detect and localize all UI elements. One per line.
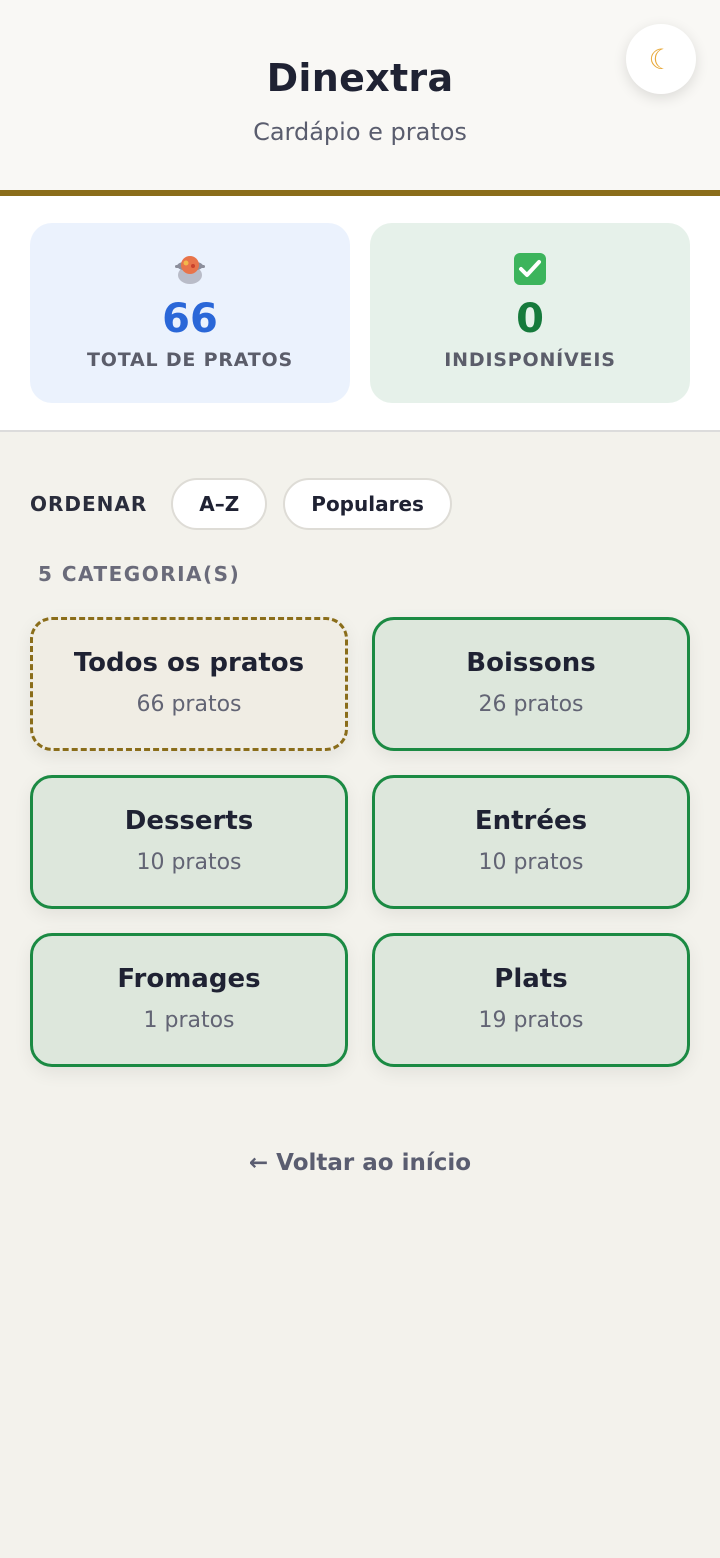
sort-popular-button[interactable]: Populares — [283, 478, 452, 530]
app-title: Dinextra — [266, 56, 454, 100]
category-grid: Todos os pratos 66 pratos Boissons 26 pr… — [30, 617, 690, 1067]
stat-card-unavailable: 0 INDISPONÍVEIS — [370, 223, 690, 403]
category-count-text: 10 pratos — [478, 850, 584, 875]
stat-card-total: 66 TOTAL DE PRATOS — [30, 223, 350, 403]
category-count-text: 1 pratos — [143, 1008, 235, 1033]
category-name: Boissons — [466, 648, 596, 678]
app-subtitle: Cardápio e pratos — [253, 118, 467, 146]
category-count-text: 19 pratos — [478, 1008, 584, 1033]
category-count-text: 26 pratos — [478, 692, 584, 717]
category-count-text: 10 pratos — [136, 850, 242, 875]
category-name: Fromages — [117, 964, 261, 994]
category-card-boissons[interactable]: Boissons 26 pratos — [372, 617, 690, 751]
stat-label-unavailable: INDISPONÍVEIS — [444, 349, 616, 371]
category-card-all[interactable]: Todos os pratos 66 pratos — [30, 617, 348, 751]
check-mark-icon — [512, 251, 548, 287]
category-card-entrees[interactable]: Entrées 10 pratos — [372, 775, 690, 909]
app-header: Dinextra Cardápio e pratos ☾ — [0, 0, 720, 196]
theme-toggle-button[interactable]: ☾ — [626, 24, 696, 94]
sort-row: ORDENAR A–Z Populares — [30, 478, 452, 530]
category-card-fromages[interactable]: Fromages 1 pratos — [30, 933, 348, 1067]
pot-of-food-icon — [172, 251, 208, 287]
back-home-link[interactable]: ← Voltar ao início — [0, 1150, 720, 1176]
moon-icon: ☾ — [648, 42, 674, 76]
category-count: 5 CATEGORIA(S) — [38, 562, 241, 586]
category-name: Plats — [494, 964, 568, 994]
category-name: Entrées — [474, 806, 588, 836]
sort-label: ORDENAR — [30, 492, 148, 516]
category-card-desserts[interactable]: Desserts 10 pratos — [30, 775, 348, 909]
stat-value-unavailable: 0 — [516, 296, 544, 342]
category-count-text: 66 pratos — [136, 692, 242, 717]
sort-az-button[interactable]: A–Z — [171, 478, 268, 530]
category-card-plats[interactable]: Plats 19 pratos — [372, 933, 690, 1067]
category-name: Desserts — [124, 806, 254, 836]
category-name: Todos os pratos — [73, 648, 305, 678]
stat-value-total: 66 — [162, 296, 218, 342]
stat-label-total: TOTAL DE PRATOS — [87, 349, 293, 371]
stats-section: 66 TOTAL DE PRATOS 0 INDISPONÍVEIS — [0, 196, 720, 432]
